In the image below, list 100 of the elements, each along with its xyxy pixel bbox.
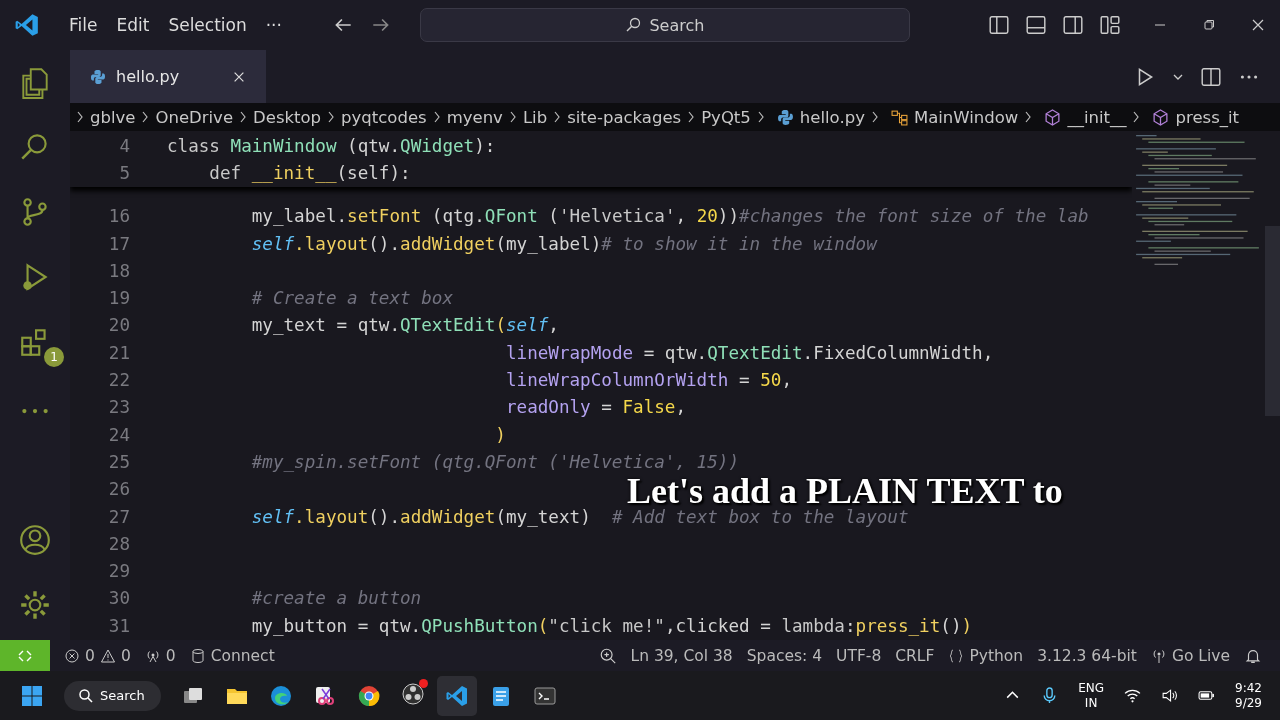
code-line: readOnly = False, [505,397,687,418]
chevron-icon [756,111,765,123]
chevron-icon [432,111,441,123]
toggle-secondary-sidebar-icon[interactable] [1062,14,1084,36]
warning-icon [99,647,116,664]
chevron-icon [508,111,517,123]
method-symbol-icon [1152,108,1170,126]
line-number: 16 [107,206,130,227]
status-item[interactable]: CRLF [895,646,935,665]
code-line: def __init__(self): [209,162,411,183]
breadcrumb-item[interactable]: Lib [522,107,548,127]
breadcrumb-item[interactable]: MainWindow [913,107,1019,127]
chrome-icon[interactable] [356,683,381,708]
method-symbol-icon [1044,108,1062,126]
customize-layout-icon[interactable] [1099,14,1121,36]
code-line: my_label.setFont (qtg.QFont ('Helvetica', 20))#changes the font size of the lab [251,206,1089,227]
breadcrumb-item[interactable]: site-packages [567,107,682,127]
status-item[interactable]: Spaces: 4 [746,646,823,665]
line-number: 25 [107,451,130,472]
code-line: my_text = qtw.QTextEdit(self, [251,315,559,336]
breadcrumb-item[interactable]: PyQt5 [701,107,751,127]
line-number: 26 [107,479,130,500]
error-icon [64,647,80,664]
zoom-icon[interactable] [598,646,617,665]
breadcrumb-item[interactable]: hello.py [799,107,865,127]
code-line: my_button = qtw.QPushButton("click me!",clicked = lambda:press_it()) [251,615,973,636]
python-file-icon [776,108,794,126]
app-logo-icon[interactable] [14,12,40,38]
wifi-icon[interactable] [1124,687,1142,704]
line-number: 29 [107,561,130,582]
menu-item[interactable]: ··· [258,15,294,35]
code-line: lineWrapMode = qtw.QTextEdit.FixedColumnWidth, [505,342,994,363]
problems-button[interactable]: 0 0 [64,646,131,665]
go-live-button[interactable]: Go Live [1150,646,1230,665]
code-line: ) [495,424,506,445]
language-mode-button[interactable]: Python [948,646,1024,665]
status-item[interactable]: Ln 39, Col 38 [630,646,733,665]
search-icon [78,687,94,704]
line-number: 5 [118,162,130,183]
settings-icon[interactable] [18,588,52,622]
chevron-icon [1132,111,1141,123]
breadcrumb-item[interactable]: pyqtcodes [341,107,427,127]
code-line: # Create a text box [251,288,453,309]
breadcrumb-item[interactable]: Desktop [253,107,322,127]
line-number: 23 [107,397,130,418]
extensions-badge: 1 [44,347,64,367]
chevron-icon [1024,111,1033,123]
taskbar-search[interactable]: Search [64,680,161,711]
breadcrumb-item[interactable]: OneDrive [155,107,234,127]
start-icon[interactable] [20,683,44,708]
split-editor-icon[interactable] [1200,65,1222,88]
line-number: 24 [107,424,130,445]
clock[interactable]: 9:42 9/29 [1235,680,1262,711]
recorder-icon[interactable] [400,681,425,706]
code-line: self.layout().addWidget(my_label)# to show it in the window [251,233,877,254]
class-symbol-icon [890,108,908,126]
line-number: 19 [107,288,130,309]
line-number: 18 [107,260,130,281]
breadcrumb-item[interactable]: __init__ [1067,107,1127,127]
toggle-panel-icon[interactable] [1025,14,1047,36]
menu-item[interactable]: Selection [161,15,259,35]
broadcast-icon [1150,647,1167,664]
code-line: self.layout().addWidget(my_text) # Add text box to the layout [251,506,909,527]
line-number: 28 [107,533,130,554]
code-line: #my_spin.setFont (qtg.QFont ('Helvetica', 15)) [251,451,739,472]
line-number: 31 [107,615,130,636]
code-line: lineWrapColumnOrWidth = 50, [505,370,792,390]
chevron-icon [76,111,84,123]
line-number: 30 [107,588,130,609]
chevron-icon [687,111,696,123]
breadcrumb-item[interactable]: myenv [446,107,503,127]
menu-item[interactable]: Edit [109,15,162,35]
breadcrumb-item[interactable]: gblve [90,107,136,127]
breadcrumb-item[interactable]: press_it [1175,107,1240,127]
chevron-icon [141,111,150,123]
chevron-icon [553,111,562,123]
line-number: 21 [107,342,130,363]
command-center-search[interactable]: Search [419,8,910,42]
volume-icon[interactable] [1161,687,1179,704]
line-number: 27 [107,506,130,527]
search-icon [625,17,642,33]
browser-icon[interactable] [268,683,293,708]
connect-button[interactable]: Connect [189,646,275,665]
chevron-icon [870,111,879,123]
code-editor-icon[interactable] [444,683,469,708]
status-item[interactable]: 3.12.3 64-bit [1037,646,1137,665]
editor-tab[interactable]: hello.py [70,50,266,103]
line-number: 22 [107,370,130,390]
recording-dot-icon [418,678,428,688]
menu-item[interactable]: File [62,15,110,35]
input-language-indicator[interactable]: ENG IN [1078,680,1105,711]
line-number: 4 [118,135,130,156]
chevron-icon [239,111,248,123]
line-number: 20 [107,315,130,336]
toggle-sidebar-icon[interactable] [988,14,1010,36]
database-icon [189,647,206,664]
ports-button[interactable]: 0 [144,646,176,665]
status-item[interactable]: UTF-8 [836,646,882,665]
account-icon[interactable] [18,523,52,557]
code-line: #create a button [251,588,422,609]
